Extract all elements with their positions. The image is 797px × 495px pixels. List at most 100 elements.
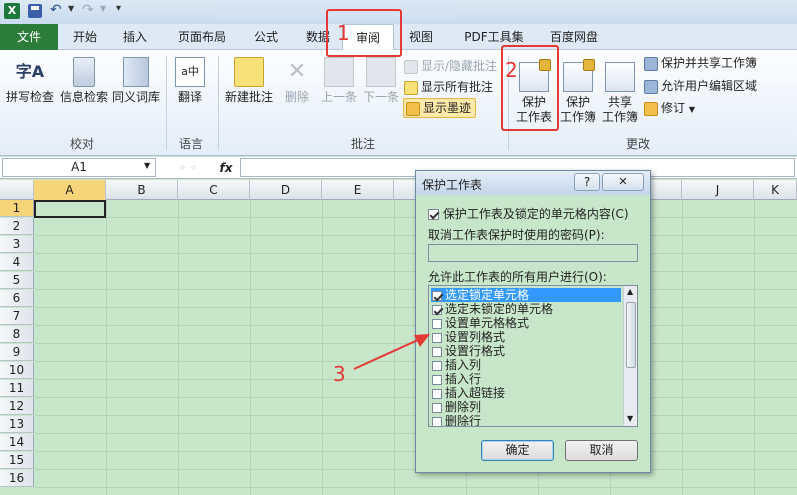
permission-label: 插入列 <box>445 358 482 372</box>
spell-check-button[interactable]: 字A 拼写检查 <box>2 57 58 105</box>
list-item[interactable]: 插入超链接 <box>431 386 619 400</box>
name-box[interactable]: A1 <box>2 158 156 177</box>
previous-comment-label: 上一条 <box>320 90 357 104</box>
protect-sheet-dialog: 保护工作表 ? ✕ 保护工作表及锁定的单元格内容(C) 取消工作表保护时使用的密… <box>415 170 651 473</box>
list-item[interactable]: 删除行 <box>431 414 619 426</box>
previous-comment-button[interactable]: 上一条 <box>318 57 360 105</box>
select-all-corner[interactable] <box>0 180 34 200</box>
track-changes-button[interactable]: 修订 ▼ <box>644 98 695 120</box>
column-header-bar: A B C D E F G H I J K <box>0 180 797 200</box>
permission-checkbox[interactable] <box>432 374 442 385</box>
row-header[interactable]: 7 <box>0 308 34 325</box>
protect-workbook-button[interactable]: 保护 工作簿 <box>558 59 598 125</box>
save-icon[interactable] <box>28 4 42 18</box>
column-header[interactable]: D <box>250 180 322 200</box>
column-header[interactable]: J <box>682 180 754 200</box>
row-header[interactable]: 12 <box>0 398 34 415</box>
close-button[interactable]: ✕ <box>602 173 644 191</box>
tab-file[interactable]: 文件 <box>0 24 58 50</box>
row-header[interactable]: 9 <box>0 344 34 361</box>
list-scrollbar[interactable]: ▲ ▼ <box>623 286 637 426</box>
allow-edit-ranges-button[interactable]: 允许用户编辑区域 <box>644 76 757 96</box>
list-item[interactable]: 插入列 <box>431 358 619 372</box>
redo-dropdown-icon[interactable]: ▼ <box>100 4 106 13</box>
permission-checkbox[interactable] <box>432 416 442 426</box>
previous-comment-icon <box>324 57 354 87</box>
row-header[interactable]: 1 <box>0 200 34 217</box>
row-header[interactable]: 11 <box>0 380 34 397</box>
translate-label: 翻译 <box>177 90 202 104</box>
name-box-dropdown-icon[interactable]: ▼ <box>144 161 150 170</box>
row-header[interactable]: 14 <box>0 434 34 451</box>
list-item[interactable]: 选定未锁定的单元格 <box>431 302 619 316</box>
active-cell-a1[interactable] <box>34 200 106 218</box>
scroll-up-icon[interactable]: ▲ <box>627 287 633 296</box>
row-header[interactable]: 10 <box>0 362 34 379</box>
undo-dropdown-icon[interactable]: ▼ <box>68 4 74 13</box>
track-changes-icon <box>644 101 658 116</box>
tab-insert[interactable]: 插入 <box>112 24 158 50</box>
research-label: 信息检索 <box>59 90 108 104</box>
ok-button[interactable]: 确定 <box>481 440 554 461</box>
group-label-changes: 更改 <box>625 137 650 151</box>
list-item[interactable]: 插入行 <box>431 372 619 386</box>
column-header[interactable]: C <box>178 180 250 200</box>
row-header[interactable]: 6 <box>0 290 34 307</box>
protect-and-share-button[interactable]: 保护并共享工作簿 <box>644 53 757 73</box>
permission-checkbox[interactable] <box>432 290 442 301</box>
delete-comment-button[interactable]: ✕ 删除 <box>278 57 316 105</box>
help-button[interactable]: ? <box>574 173 600 191</box>
row-header[interactable]: 4 <box>0 254 34 271</box>
research-button[interactable]: 信息检索 <box>58 57 110 105</box>
row-header[interactable]: 5 <box>0 272 34 289</box>
permissions-list[interactable]: 选定锁定单元格 选定未锁定的单元格 设置单元格格式 设置列格式 设置行格式 插入… <box>428 285 638 427</box>
row-header[interactable]: 15 <box>0 452 34 469</box>
permission-checkbox[interactable] <box>432 304 442 315</box>
column-header[interactable]: B <box>106 180 178 200</box>
tab-page-layout[interactable]: 页面布局 <box>170 24 234 50</box>
column-header[interactable]: A <box>34 180 106 200</box>
customize-qat-icon[interactable]: ▾ <box>116 3 121 14</box>
row-header[interactable]: 13 <box>0 416 34 433</box>
permission-checkbox[interactable] <box>432 402 442 413</box>
show-ink-button[interactable]: 显示墨迹 <box>403 98 477 118</box>
protect-contents-checkbox[interactable] <box>428 209 439 220</box>
cancel-button[interactable]: 取消 <box>565 440 638 461</box>
row-header[interactable]: 8 <box>0 326 34 343</box>
protect-workbook-label-1: 保护 <box>565 95 590 109</box>
permission-checkbox[interactable] <box>432 388 442 399</box>
protect-and-share-label: 保护并共享工作簿 <box>661 56 758 70</box>
show-hide-comment-button[interactable]: 显示/隐藏批注 <box>404 56 497 76</box>
list-item[interactable]: 设置行格式 <box>431 344 619 358</box>
scroll-down-icon[interactable]: ▼ <box>627 414 633 423</box>
undo-icon[interactable]: ↶ <box>50 2 62 18</box>
show-all-comments-button[interactable]: 显示所有批注 <box>404 77 493 97</box>
tab-formulas[interactable]: 公式 <box>244 24 288 50</box>
row-header[interactable]: 16 <box>0 470 34 487</box>
list-item[interactable]: 删除列 <box>431 400 619 414</box>
password-label: 取消工作表保护时使用的密码(P): <box>428 228 605 242</box>
group-label-comments: 批注 <box>350 137 375 151</box>
column-header[interactable]: K <box>754 180 797 200</box>
share-workbook-button[interactable]: 共享 工作簿 <box>600 62 640 125</box>
row-header[interactable]: 3 <box>0 236 34 253</box>
scroll-thumb[interactable] <box>626 302 636 368</box>
password-field[interactable] <box>428 244 638 262</box>
show-ink-label: 显示墨迹 <box>423 101 472 115</box>
translate-button[interactable]: a中 翻译 <box>170 57 210 105</box>
insert-function-icon[interactable]: fx <box>214 159 238 177</box>
new-comment-button[interactable]: 新建批注 <box>222 57 276 105</box>
list-item[interactable]: 选定锁定单元格 <box>431 288 621 302</box>
column-header[interactable]: E <box>322 180 394 200</box>
tab-view[interactable]: 视图 <box>400 24 442 50</box>
list-item[interactable]: 设置单元格格式 <box>431 316 619 330</box>
row-header[interactable]: 2 <box>0 218 34 235</box>
next-comment-label: 下一条 <box>362 90 399 104</box>
thesaurus-button[interactable]: 同义词库 <box>110 57 162 105</box>
redo-icon[interactable]: ↷ <box>82 2 94 18</box>
protect-contents-checkbox-row[interactable]: 保护工作表及锁定的单元格内容(C) <box>428 205 629 222</box>
next-comment-button[interactable]: 下一条 <box>360 57 402 105</box>
tab-home[interactable]: 开始 <box>62 24 108 50</box>
excel-icon[interactable]: X <box>4 3 20 19</box>
list-item[interactable]: 设置列格式 <box>431 330 619 344</box>
